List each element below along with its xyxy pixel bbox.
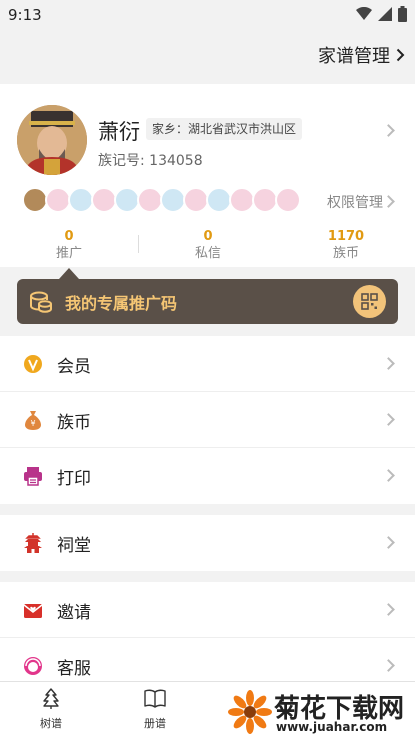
family-tree-manage-button[interactable]: 家谱管理	[318, 42, 405, 68]
female-member-icon	[275, 187, 301, 213]
menu-item-vip[interactable]: 会员	[0, 336, 415, 392]
chevron-right-icon	[382, 469, 395, 482]
wifi-icon	[356, 7, 372, 20]
menu-label: 客服	[57, 659, 91, 679]
manage-label: 家谱管理	[318, 46, 390, 67]
stat-promote[interactable]: 0 推广	[9, 229, 129, 263]
avatar[interactable]	[17, 105, 87, 175]
menu-group-hall: 祠堂	[0, 515, 415, 571]
printer-icon	[24, 467, 42, 486]
member-avatars[interactable]	[22, 187, 301, 213]
tab-label: 册谱	[144, 717, 166, 730]
permission-manage-link[interactable]: 权限管理	[327, 192, 383, 212]
clan-id: 族记号: 134058	[98, 153, 203, 169]
menu-item-print[interactable]: 打印	[0, 448, 415, 504]
flower-logo-icon	[228, 690, 272, 734]
qr-code-button[interactable]	[353, 285, 386, 318]
book-icon	[144, 689, 166, 708]
user-name: 萧衍	[98, 120, 140, 144]
chevron-right-icon	[382, 536, 395, 549]
permission-chevron-icon	[382, 195, 395, 208]
menu-group-service: 邀请 客服	[0, 582, 415, 694]
menu-label: 会员	[57, 357, 91, 377]
status-time: 9:13	[8, 6, 42, 24]
menu-label: 邀请	[57, 603, 91, 623]
status-bar: 9:13	[0, 0, 415, 30]
chevron-right-icon	[382, 413, 395, 426]
pagoda-icon	[24, 533, 42, 553]
profile-chevron-icon	[382, 124, 395, 137]
stat-promote-label: 推广	[55, 246, 82, 261]
status-icons	[356, 6, 407, 22]
stat-messages[interactable]: 0 私信	[148, 229, 268, 263]
menu-label: 族币	[57, 413, 91, 433]
coins-icon	[30, 291, 52, 313]
menu-label: 祠堂	[57, 536, 91, 556]
chevron-right-icon	[382, 357, 395, 370]
envelope-icon	[23, 604, 43, 618]
promo-code-banner[interactable]: 我的专属推广码	[17, 279, 398, 324]
top-bar: 家谱管理	[0, 30, 415, 82]
stat-promote-value: 0	[64, 229, 74, 244]
promo-pointer	[59, 268, 79, 279]
watermark: 菊花下载网 www.juahar.com	[226, 686, 415, 737]
profile-card[interactable]: 萧衍 家乡：湖北省武汉市洪山区 族记号: 134058 权限管理 0 推广 0 …	[0, 84, 415, 267]
stats-row: 0 推广 0 私信 1170 族币	[0, 223, 415, 267]
stat-messages-value: 0	[203, 229, 213, 244]
watermark-url: www.juahar.com	[276, 720, 388, 734]
tab-tree[interactable]: 树谱	[21, 687, 81, 731]
chevron-right-icon	[382, 659, 395, 672]
portrait-icon	[17, 105, 87, 175]
qr-code-icon	[361, 293, 378, 310]
money-bag-icon: ¥	[25, 411, 41, 430]
menu-item-invite[interactable]: 邀请	[0, 582, 415, 638]
signal-icon	[378, 7, 392, 21]
tree-icon	[43, 688, 59, 709]
menu-item-ancestral-hall[interactable]: 祠堂	[0, 515, 415, 571]
vip-icon	[24, 355, 42, 373]
headset-icon	[24, 657, 42, 675]
battery-icon	[398, 6, 407, 22]
divider	[138, 235, 139, 253]
tab-label: 树谱	[40, 717, 62, 730]
chevron-right-icon	[382, 603, 395, 616]
hometown-badge: 家乡：湖北省武汉市洪山区	[146, 118, 303, 140]
stat-messages-label: 私信	[194, 246, 221, 261]
menu-item-coins[interactable]: ¥ 族币	[0, 392, 415, 448]
stat-coins[interactable]: 1170 族币	[286, 229, 406, 263]
menu-group-account: 会员 ¥ 族币 打印	[0, 336, 415, 504]
chevron-right-icon	[396, 48, 405, 62]
svg-text:¥: ¥	[30, 419, 35, 428]
stat-coins-value: 1170	[327, 229, 365, 244]
tab-book[interactable]: 册谱	[125, 687, 185, 731]
stat-coins-label: 族币	[332, 246, 359, 261]
promo-code-label: 我的专属推广码	[65, 294, 178, 313]
menu-label: 打印	[57, 469, 91, 489]
